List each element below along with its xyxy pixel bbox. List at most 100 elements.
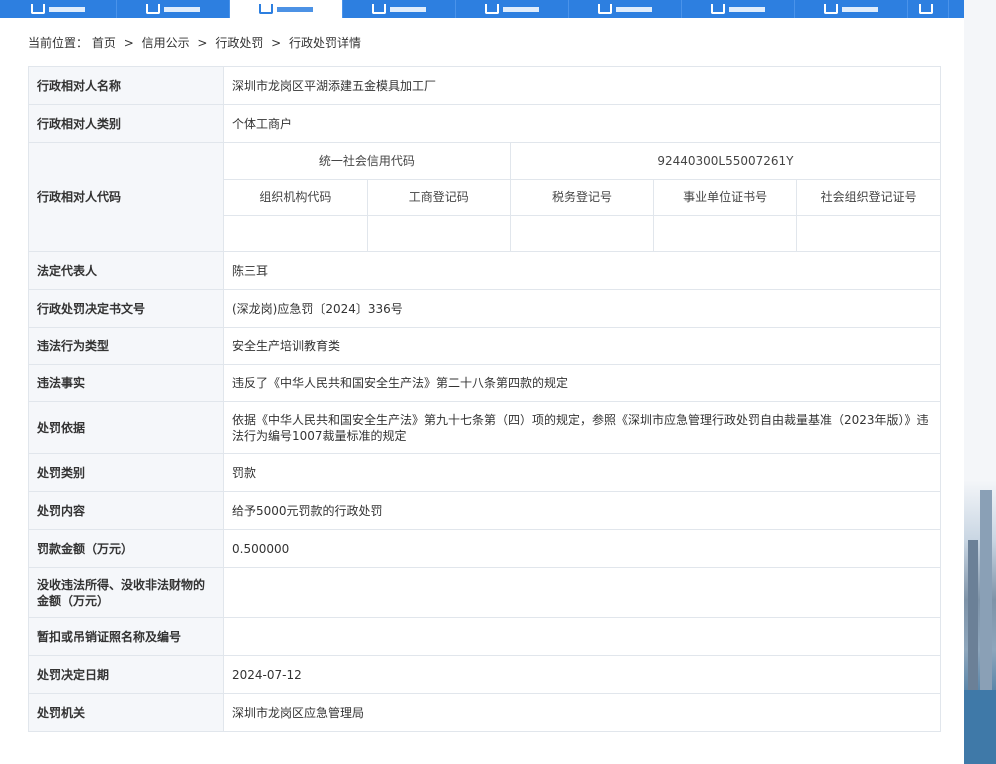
row-label: 暂扣或吊销证照名称及编号	[28, 617, 224, 656]
decision-date: 2024-07-12	[223, 655, 941, 694]
nav-item-topic[interactable]	[682, 0, 795, 18]
background-scenery	[964, 0, 996, 764]
nav-item-info[interactable]	[795, 0, 908, 18]
table-row: 处罚决定日期 2024-07-12	[28, 655, 941, 694]
nav-publicity-icon	[259, 4, 273, 14]
code-subtable: 统一社会信用代码 92440300L55007261Y 组织机构代码 工商登记码…	[224, 143, 940, 251]
sub-header: 工商登记码	[366, 178, 511, 216]
row-label: 行政相对人类别	[28, 104, 224, 143]
table-row: 处罚内容 给予5000元罚款的行政处罚	[28, 491, 941, 530]
breadcrumb-separator: >	[123, 36, 134, 50]
row-label: 行政相对人名称	[28, 66, 224, 105]
confiscation-amount	[223, 567, 941, 618]
row-label: 违法事实	[28, 364, 224, 402]
row-label: 罚款金额（万元）	[28, 529, 224, 568]
breadcrumb-separator: >	[197, 36, 208, 50]
nav-item-label	[729, 6, 765, 12]
nav-info-icon	[824, 4, 838, 14]
license-info	[223, 617, 941, 656]
nav-item-label	[49, 6, 85, 12]
sub-value	[509, 214, 655, 251]
nav-item-label	[503, 6, 539, 12]
table-row: 法定代表人 陈三耳	[28, 251, 941, 290]
sub-header: 税务登记号	[509, 178, 655, 216]
sub-header: 事业单位证书号	[653, 178, 798, 216]
table-row: 违法事实 违反了《中华人民共和国安全生产法》第二十八条第四款的规定	[28, 364, 941, 402]
nav-item-policy[interactable]	[456, 0, 569, 18]
nav-item-service[interactable]	[343, 0, 456, 18]
breadcrumb: 当前位置： 首页 > 信用公示 > 行政处罚 > 行政处罚详情	[28, 34, 361, 52]
table-row: 罚款金额（万元） 0.500000	[28, 529, 941, 568]
nav-topic-icon	[711, 4, 725, 14]
unified-code-label: 统一社会信用代码	[224, 143, 511, 180]
nav-service-icon	[372, 4, 386, 14]
nav-commitment-icon	[598, 4, 612, 14]
breadcrumb-prefix: 当前位置：	[28, 36, 89, 50]
row-label: 违法行为类型	[28, 327, 224, 365]
breadcrumb-current: 行政处罚详情	[289, 36, 362, 50]
table-row: 行政相对人代码 统一社会信用代码 92440300L55007261Y 组织机构…	[28, 142, 941, 252]
nav-item-publicity[interactable]	[230, 0, 343, 18]
breadcrumb-separator: >	[271, 36, 282, 50]
penalty-basis: 依据《中华人民共和国安全生产法》第九十七条第（四）项的规定，参照《深圳市应急管理…	[223, 401, 941, 454]
row-label: 处罚类别	[28, 453, 224, 492]
table-row: 行政处罚决定书文号 (深龙岗)应急罚〔2024〕336号	[28, 289, 941, 328]
sub-header: 组织机构代码	[224, 178, 368, 216]
top-nav	[0, 0, 964, 18]
nav-item-label	[277, 6, 313, 12]
breadcrumb-home[interactable]: 首页	[92, 36, 116, 50]
row-label: 处罚决定日期	[28, 655, 224, 694]
sub-value	[653, 214, 798, 251]
nav-item-more[interactable]	[908, 0, 949, 18]
penalty-type: 罚款	[223, 453, 941, 492]
building-silhouette	[980, 490, 992, 690]
breadcrumb-admin-penalty[interactable]: 行政处罚	[215, 36, 263, 50]
penalty-detail-table: 行政相对人名称 深圳市龙岗区平湖添建五金模具加工厂 行政相对人类别 个体工商户 …	[28, 66, 941, 732]
row-label: 法定代表人	[28, 251, 224, 290]
table-row: 违法行为类型 安全生产培训教育类	[28, 327, 941, 365]
code-cell: 统一社会信用代码 92440300L55007261Y 组织机构代码 工商登记码…	[223, 142, 941, 252]
table-row: 处罚机关 深圳市龙岗区应急管理局	[28, 693, 941, 732]
nav-item-label	[842, 6, 878, 12]
sub-value	[366, 214, 511, 251]
nav-item-commitment[interactable]	[569, 0, 682, 18]
row-label: 行政处罚决定书文号	[28, 289, 224, 328]
row-label: 行政相对人代码	[28, 142, 224, 252]
violation-fact: 违反了《中华人民共和国安全生产法》第二十八条第四款的规定	[223, 364, 941, 402]
row-label: 处罚机关	[28, 693, 224, 732]
unified-code-value: 92440300L55007261Y	[509, 143, 940, 180]
content-page: 当前位置： 首页 > 信用公示 > 行政处罚 > 行政处罚详情 行政相对人名称 …	[0, 0, 964, 764]
decision-doc-number: (深龙岗)应急罚〔2024〕336号	[223, 289, 941, 328]
nav-item-label	[390, 6, 426, 12]
counterparty-category: 个体工商户	[223, 104, 941, 143]
counterparty-name: 深圳市龙岗区平湖添建五金模具加工厂	[223, 66, 941, 105]
table-row: 处罚依据 依据《中华人民共和国安全生产法》第九十七条第（四）项的规定，参照《深圳…	[28, 401, 941, 454]
sub-header: 社会组织登记证号	[796, 178, 940, 216]
nav-item-label	[616, 6, 652, 12]
nav-home-icon	[31, 4, 45, 14]
nav-item-label	[164, 6, 200, 12]
row-label: 处罚依据	[28, 401, 224, 454]
table-row: 处罚类别 罚款	[28, 453, 941, 492]
fine-amount: 0.500000	[223, 529, 941, 568]
penalty-content: 给予5000元罚款的行政处罚	[223, 491, 941, 530]
row-label: 没收违法所得、没收非法财物的金额（万元）	[28, 567, 224, 618]
breadcrumb-credit-publicity[interactable]: 信用公示	[142, 36, 190, 50]
violation-type: 安全生产培训教育类	[223, 327, 941, 365]
table-row: 行政相对人类别 个体工商户	[28, 104, 941, 143]
sub-value	[224, 214, 368, 251]
nav-item-home[interactable]	[0, 0, 117, 18]
sub-value	[796, 214, 940, 251]
building-silhouette	[968, 540, 978, 690]
table-row: 暂扣或吊销证照名称及编号	[28, 617, 941, 656]
table-row: 没收违法所得、没收非法财物的金额（万元）	[28, 567, 941, 618]
penalty-authority: 深圳市龙岗区应急管理局	[223, 693, 941, 732]
nav-policy-icon	[485, 4, 499, 14]
calendar-icon	[919, 4, 933, 14]
row-label: 处罚内容	[28, 491, 224, 530]
nav-news-icon	[146, 4, 160, 14]
nav-item-dynamic[interactable]	[117, 0, 230, 18]
water-surface	[964, 690, 996, 764]
legal-representative: 陈三耳	[223, 251, 941, 290]
table-row: 行政相对人名称 深圳市龙岗区平湖添建五金模具加工厂	[28, 66, 941, 105]
